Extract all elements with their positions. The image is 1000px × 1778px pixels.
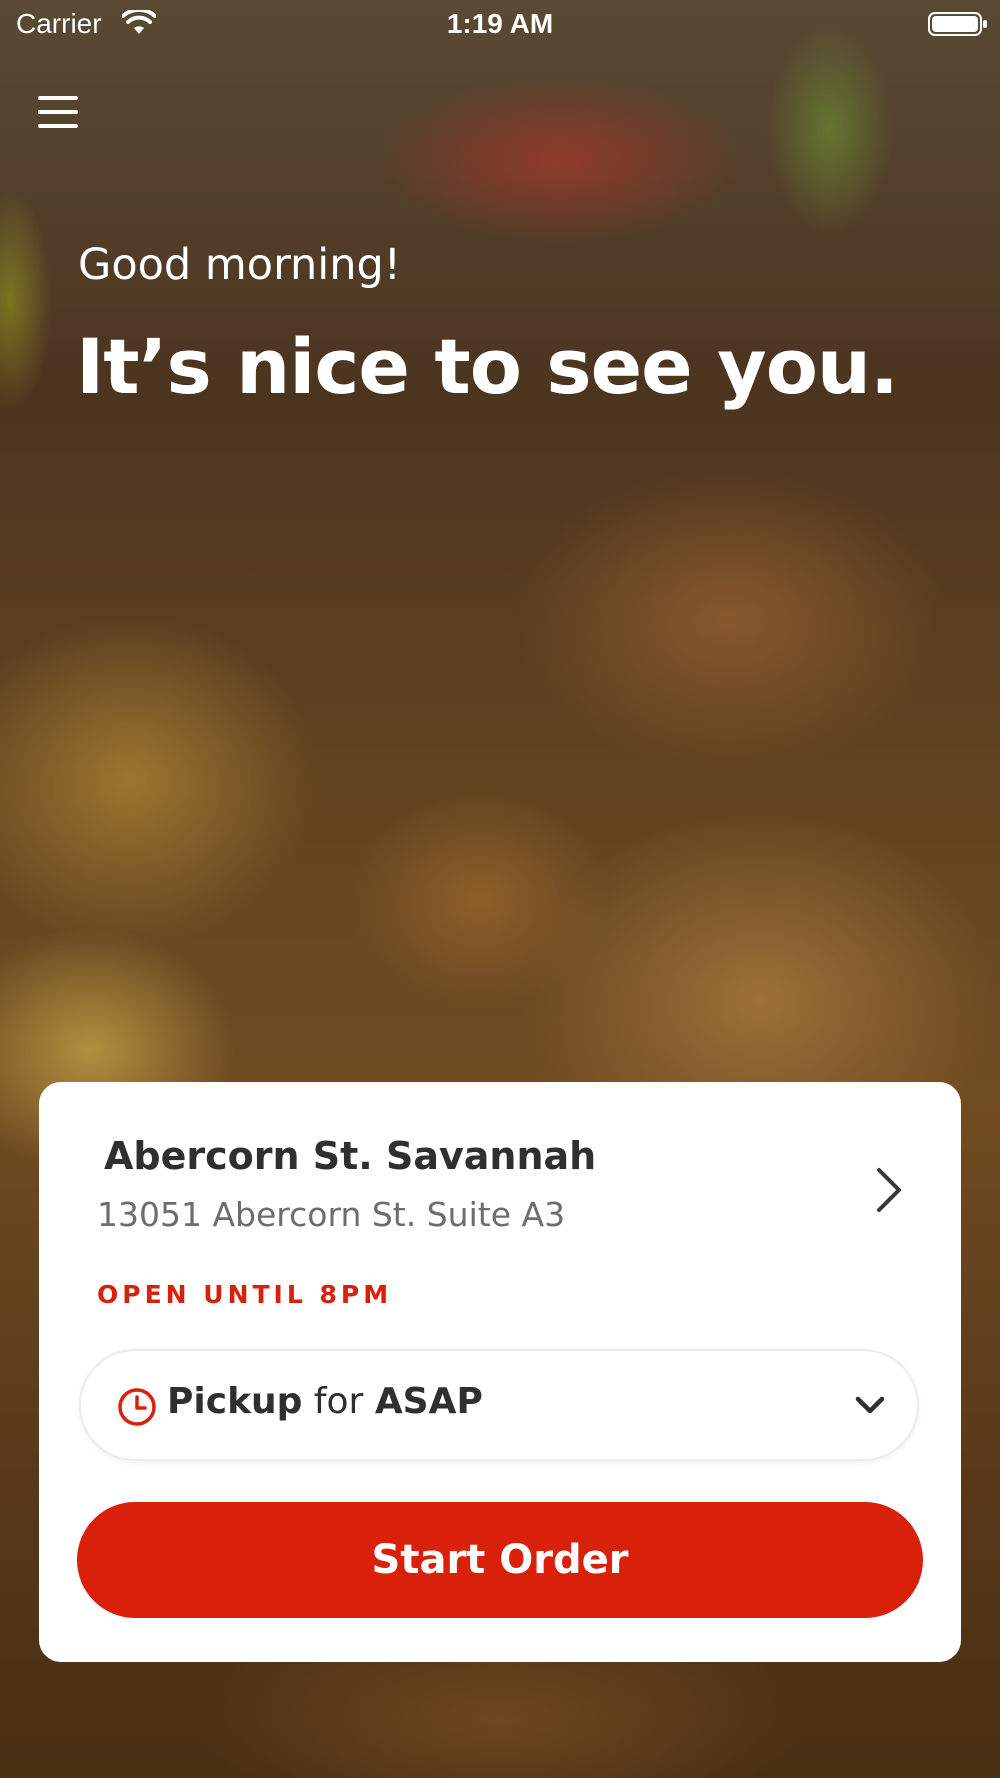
pickup-time-dropdown[interactable]: Pickup for ASAP	[79, 1349, 919, 1461]
status-bar: Carrier 1:19 AM	[0, 0, 1000, 50]
headline-text: It’s nice to see you.	[76, 322, 899, 411]
store-card: Abercorn St. Savannah 13051 Abercorn St.…	[39, 1082, 961, 1662]
clock-icon	[118, 1388, 156, 1426]
pickup-connector: for	[313, 1381, 364, 1422]
pickup-time: ASAP	[374, 1381, 483, 1422]
open-status-label: OPEN UNTIL 8PM	[97, 1280, 393, 1309]
status-time: 1:19 AM	[446, 8, 554, 39]
start-order-button[interactable]: Start Order	[77, 1502, 923, 1618]
greeting-text: Good morning!	[78, 240, 402, 290]
chevron-down-icon	[855, 1396, 885, 1414]
hamburger-menu-icon[interactable]	[38, 94, 78, 130]
store-selector[interactable]: Abercorn St. Savannah 13051 Abercorn St.…	[39, 1082, 961, 1234]
battery-icon	[928, 12, 987, 36]
pickup-mode: Pickup	[167, 1381, 303, 1422]
store-name: Abercorn St. Savannah	[104, 1134, 597, 1178]
chevron-right-icon	[877, 1168, 901, 1212]
store-address: 13051 Abercorn St. Suite A3	[97, 1195, 566, 1234]
pickup-summary: Pickup for ASAP	[167, 1381, 483, 1422]
